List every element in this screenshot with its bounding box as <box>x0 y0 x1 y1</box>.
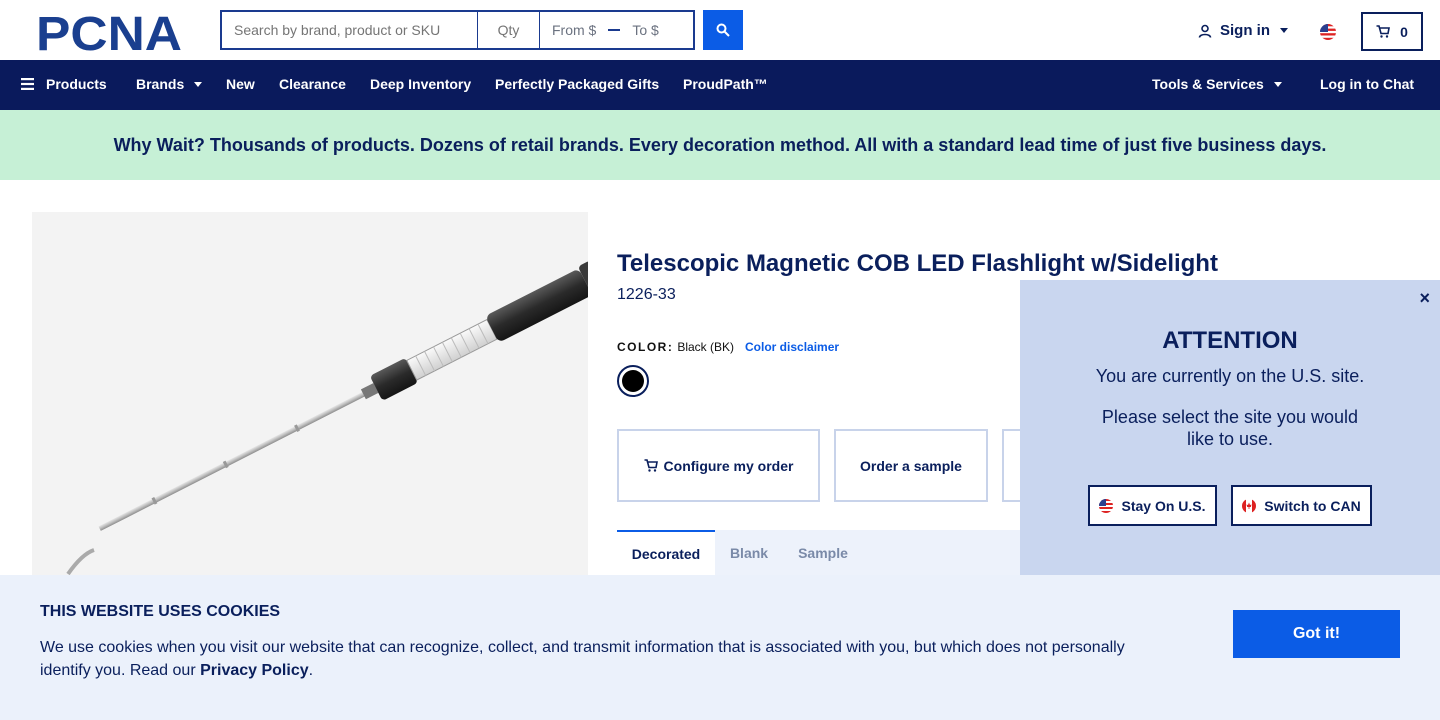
attention-line-1: You are currently on the U.S. site. <box>1095 366 1365 386</box>
search-icon <box>716 23 730 37</box>
nav-brands-label: Brands <box>136 76 185 92</box>
us-flag-icon[interactable] <box>1320 24 1336 40</box>
nav-brands[interactable]: Brands <box>136 76 203 92</box>
price-from-input[interactable]: From $ <box>552 22 596 38</box>
tab-blank[interactable]: Blank <box>715 530 783 576</box>
sign-in-menu[interactable]: Sign in <box>1198 22 1288 39</box>
stay-us-button[interactable]: Stay On U.S. <box>1088 485 1217 526</box>
nav-chat[interactable]: Log in to Chat <box>1320 76 1414 92</box>
main-nav: Products Brands New Clearance Deep Inven… <box>0 60 1440 110</box>
order-sample-label: Order a sample <box>860 457 962 474</box>
product-image[interactable] <box>32 212 588 612</box>
cookie-title: THIS WEBSITE USES COOKIES <box>40 603 281 620</box>
color-row: COLOR: Black (BK) Color disclaimer <box>617 340 839 354</box>
tab-sample-label: Sample <box>798 545 848 561</box>
nav-proudpath[interactable]: ProudPath™ <box>683 76 768 92</box>
tab-decorated[interactable]: Decorated <box>617 530 715 576</box>
tab-sample[interactable]: Sample <box>783 530 863 576</box>
attention-title: ATTENTION <box>1162 327 1298 354</box>
attention-line-2: Please select the site you would like to… <box>1101 407 1359 449</box>
sign-in-label: Sign in <box>1220 22 1270 39</box>
configure-order-label: Configure my order <box>663 457 794 474</box>
nav-clearance-label: Clearance <box>279 76 346 92</box>
price-range[interactable]: From $ To $ <box>540 12 693 48</box>
qty-input[interactable] <box>478 12 540 48</box>
user-icon <box>1198 24 1212 38</box>
chevron-down-icon <box>1273 81 1282 87</box>
price-to-input[interactable]: To $ <box>632 22 658 38</box>
color-disclaimer-link[interactable]: Color disclaimer <box>745 340 839 354</box>
nav-new-label: New <box>226 76 255 92</box>
color-swatch-black[interactable] <box>617 365 649 397</box>
nav-proudpath-label: ProudPath™ <box>683 76 768 92</box>
canada-flag-icon <box>1242 498 1257 513</box>
chevron-down-icon <box>194 81 203 87</box>
switch-can-button[interactable]: Switch to CAN <box>1231 485 1372 526</box>
cart-button[interactable]: 0 <box>1361 12 1423 51</box>
nav-gifts[interactable]: Perfectly Packaged Gifts <box>495 76 659 92</box>
search-bar: From $ To $ <box>220 10 695 50</box>
nav-clearance[interactable]: Clearance <box>279 76 346 92</box>
tab-blank-label: Blank <box>729 545 769 561</box>
promo-banner: Why Wait? Thousands of products. Dozens … <box>0 110 1440 180</box>
color-value: Black (BK) <box>677 340 735 354</box>
flashlight-image <box>66 261 588 576</box>
nav-new[interactable]: New <box>226 76 255 92</box>
product-sku: 1226-33 <box>617 286 676 303</box>
cookie-period: . <box>308 662 314 679</box>
pcna-logo[interactable]: PCNA <box>36 8 186 61</box>
nav-products-label: Products <box>46 76 107 92</box>
close-icon[interactable]: × <box>1419 288 1430 309</box>
stay-us-label: Stay On U.S. <box>1121 497 1206 514</box>
logo-wordmark: PCNA <box>36 12 182 52</box>
color-label: COLOR: <box>617 340 674 354</box>
nav-deep-inventory[interactable]: Deep Inventory <box>370 76 471 92</box>
nav-chat-label: Log in to Chat <box>1320 76 1415 92</box>
nav-tools-label: Tools & Services <box>1152 76 1264 92</box>
switch-can-label: Switch to CAN <box>1264 497 1361 514</box>
cookie-banner: THIS WEBSITE USES COOKIES We use cookies… <box>0 575 1440 720</box>
nav-deep-inventory-label: Deep Inventory <box>370 76 472 92</box>
configure-order-button[interactable]: Configure my order <box>617 429 820 502</box>
nav-products[interactable]: Products <box>21 76 107 92</box>
nav-tools-services[interactable]: Tools & Services <box>1152 76 1282 92</box>
promo-banner-text: Why Wait? Thousands of products. Dozens … <box>113 134 1327 155</box>
cart-icon <box>644 459 658 472</box>
cart-icon <box>1376 25 1391 38</box>
cookie-text-block: We use cookies when you visit our websit… <box>40 636 1160 682</box>
price-range-dash <box>608 29 621 31</box>
top-header: PCNA From $ To $ Sign in <box>0 0 1440 61</box>
cart-count: 0 <box>1400 23 1408 40</box>
site-selector-popup: × ATTENTION You are currently on the U.S… <box>1020 280 1440 575</box>
swatch-dot <box>622 370 644 392</box>
chevron-down-icon <box>1280 28 1288 33</box>
search-button[interactable] <box>703 10 743 50</box>
search-input[interactable] <box>222 12 478 48</box>
got-it-button[interactable]: Got it! <box>1233 610 1400 658</box>
product-title: Telescopic Magnetic COB LED Flashlight w… <box>617 250 1218 277</box>
hamburger-icon <box>21 78 34 90</box>
order-sample-button[interactable]: Order a sample <box>834 429 988 502</box>
tab-decorated-label: Decorated <box>631 546 701 562</box>
privacy-policy-link[interactable]: Privacy Policy <box>200 662 309 679</box>
nav-gifts-label: Perfectly Packaged Gifts <box>495 76 660 92</box>
us-flag-icon <box>1099 498 1114 513</box>
